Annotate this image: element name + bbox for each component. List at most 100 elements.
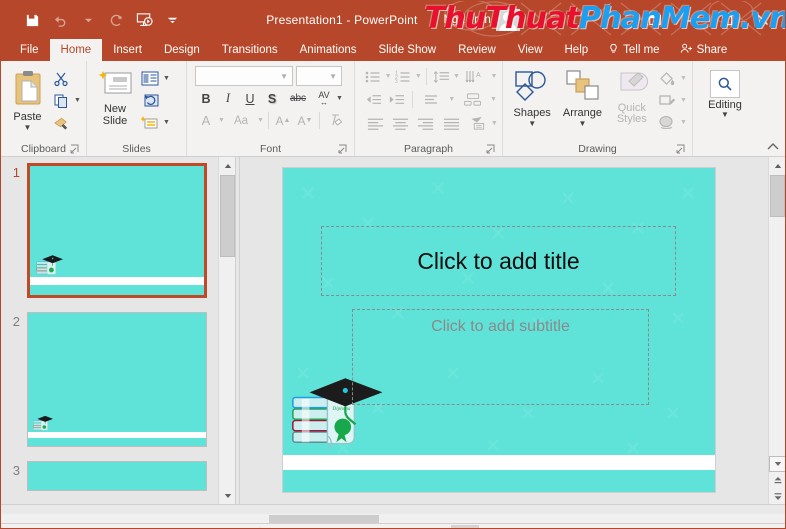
new-slide-button[interactable]: New Slide [91, 66, 139, 127]
decrease-indent-icon[interactable] [363, 89, 385, 110]
next-slide-icon[interactable] [769, 488, 785, 504]
customize-qat-icon[interactable] [159, 8, 185, 32]
editing-button[interactable]: Editing ▼ [697, 66, 753, 119]
slide-thumbnail-frame-3[interactable] [27, 461, 207, 491]
normal-view-button[interactable] [451, 524, 479, 528]
editor-scrollbar[interactable] [768, 157, 785, 504]
tab-file[interactable]: File [9, 39, 50, 61]
font-dialog-launcher-icon[interactable] [337, 144, 348, 155]
shape-effects-dropdown-icon[interactable]: ▼ [679, 119, 688, 126]
editing-dropdown-icon[interactable]: ▼ [721, 111, 729, 119]
previous-slide-icon[interactable] [769, 472, 785, 488]
layout-icon[interactable] [139, 68, 161, 89]
redo-icon[interactable] [103, 8, 129, 32]
arrange-dropdown-icon[interactable]: ▼ [579, 120, 587, 128]
font-size-input[interactable]: ▼ [296, 66, 342, 86]
change-case-dropdown-icon[interactable]: ▼ [256, 117, 265, 124]
justify-icon[interactable] [439, 113, 463, 134]
numbering-dropdown-icon[interactable]: ▼ [414, 73, 422, 80]
clipboard-dialog-launcher-icon[interactable] [69, 144, 80, 155]
shape-effects-icon[interactable] [656, 112, 678, 133]
shape-outline-dropdown-icon[interactable]: ▼ [679, 97, 688, 104]
tab-transitions[interactable]: Transitions [211, 39, 289, 61]
slide-thumbnail-2[interactable]: 2 [1, 312, 235, 447]
bullets-icon[interactable] [363, 66, 383, 87]
decrease-font-size-button[interactable]: A ▼ [294, 110, 316, 131]
font-name-dropdown-icon[interactable]: ▼ [280, 72, 288, 81]
slide-thumbnail-frame-2[interactable] [27, 312, 207, 447]
underline-button[interactable]: U [239, 88, 261, 109]
account-block[interactable]: Nga Tran [443, 9, 520, 31]
center-icon[interactable] [388, 113, 412, 134]
editor-scroll-up-icon[interactable] [769, 157, 785, 174]
horizontal-scrollbar[interactable] [1, 514, 785, 523]
minimize-icon[interactable] [673, 5, 709, 35]
ribbon-display-options-icon[interactable] [637, 5, 673, 35]
copy-icon[interactable] [50, 90, 72, 111]
character-spacing-button[interactable]: AV ↔ [313, 88, 335, 109]
align-right-icon[interactable] [414, 113, 438, 134]
copy-dropdown-icon[interactable]: ▼ [73, 97, 82, 104]
undo-icon[interactable] [47, 8, 73, 32]
align-text-icon[interactable] [417, 89, 447, 110]
reading-view-button[interactable] [507, 525, 535, 529]
text-shadow-button[interactable]: S [261, 88, 283, 109]
paragraph-dialog-launcher-icon[interactable] [485, 144, 496, 155]
font-color-dropdown-icon[interactable]: ▼ [217, 117, 226, 124]
shapes-dropdown-icon[interactable]: ▼ [528, 120, 536, 128]
start-from-beginning-icon[interactable] [131, 8, 157, 32]
tab-share[interactable]: Share [671, 39, 739, 61]
shapes-button[interactable]: Shapes ▼ [507, 66, 557, 128]
language-status[interactable]: English (United States) [112, 525, 246, 529]
slide-counter[interactable]: Slide 1 of 5 [5, 525, 79, 529]
title-placeholder[interactable]: Click to add title [321, 226, 676, 296]
tab-help[interactable]: Help [554, 39, 600, 61]
font-size-dropdown-icon[interactable]: ▼ [329, 72, 337, 81]
align-left-icon[interactable] [363, 113, 387, 134]
editor-scroll-thumb[interactable] [770, 175, 785, 217]
format-painter-icon[interactable] [50, 112, 72, 133]
font-name-input[interactable]: ▼ [195, 66, 293, 86]
tab-design[interactable]: Design [153, 39, 211, 61]
subtitle-placeholder[interactable]: Click to add subtitle [352, 309, 649, 405]
slide-canvas[interactable]: Diploma Click to add title Click to add … [283, 168, 715, 492]
undo-dropdown-icon[interactable] [75, 8, 101, 32]
drawing-dialog-launcher-icon[interactable] [675, 144, 686, 155]
save-icon[interactable] [19, 8, 45, 32]
increase-font-size-button[interactable]: A ▲ [272, 110, 294, 131]
maximize-icon[interactable] [709, 5, 745, 35]
section-dropdown-icon[interactable]: ▼ [162, 119, 171, 126]
tab-review[interactable]: Review [447, 39, 507, 61]
columns-icon[interactable] [465, 113, 489, 134]
tab-view[interactable]: View [507, 39, 554, 61]
layout-dropdown-icon[interactable]: ▼ [162, 75, 171, 82]
change-case-button[interactable]: Aa [226, 110, 256, 131]
horizontal-scroll-thumb[interactable] [269, 515, 379, 523]
quick-styles-button[interactable]: Quick Styles [608, 66, 656, 125]
shape-fill-dropdown-icon[interactable]: ▼ [679, 75, 688, 82]
slide-thumbnail-1[interactable]: 1 [1, 163, 235, 298]
notes-button[interactable]: Notes [245, 525, 310, 528]
bullets-dropdown-icon[interactable]: ▼ [384, 73, 392, 80]
align-text-dropdown-icon[interactable]: ▼ [447, 96, 456, 103]
line-spacing-icon[interactable] [431, 66, 451, 87]
convert-to-smartart-icon[interactable] [458, 89, 488, 110]
reset-icon[interactable] [139, 90, 161, 111]
slide-show-view-button[interactable] [535, 525, 563, 529]
tab-insert[interactable]: Insert [102, 39, 153, 61]
paste-dropdown-icon[interactable]: ▼ [24, 124, 32, 132]
tab-slide-show[interactable]: Slide Show [368, 39, 448, 61]
paste-button[interactable]: Paste ▼ [5, 66, 50, 132]
collapse-ribbon-icon[interactable] [765, 140, 781, 154]
tab-tell-me[interactable]: Tell me [599, 39, 670, 61]
thumbnail-scroll-up-icon[interactable] [219, 157, 235, 174]
fit-to-window-button[interactable] [751, 525, 779, 529]
increase-indent-icon[interactable] [386, 89, 408, 110]
tab-home[interactable]: Home [49, 39, 103, 61]
columns-dropdown-icon[interactable]: ▼ [491, 120, 498, 127]
cut-icon[interactable] [50, 68, 72, 89]
strikethrough-button[interactable]: abc [283, 88, 313, 109]
close-icon[interactable] [745, 5, 781, 35]
arrange-button[interactable]: Arrange ▼ [557, 66, 607, 128]
shape-outline-icon[interactable] [656, 90, 678, 111]
